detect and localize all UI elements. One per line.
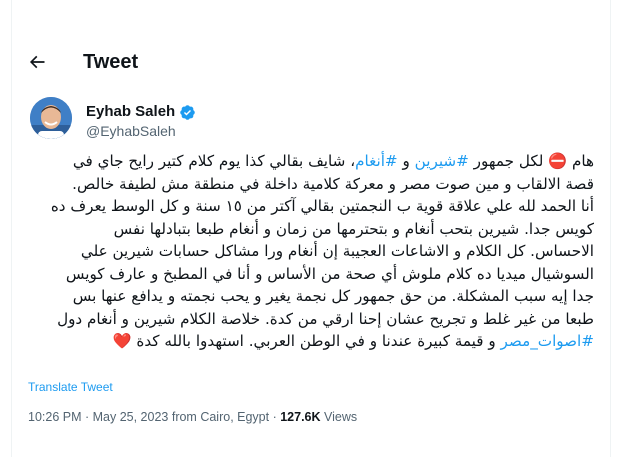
- arrow-left-icon: [29, 55, 45, 69]
- tweet-line: السوشيال ميديا ده كلام ملوش أي صحة من ال…: [65, 264, 594, 283]
- hashtag-link[interactable]: #شيرين: [415, 152, 469, 170]
- tweet-text: هام ⛔ لكل جمهور #شيرين و #أنغام، شايف بق…: [28, 150, 594, 353]
- heart-emoji-icon: ❤️: [112, 332, 132, 350]
- tweet-meta: 10:26 PM · May 25, 2023 from Cairo, Egyp…: [28, 410, 358, 424]
- tweet-line: أنا الحمد لله علي علاقة قوية ب النجمتين …: [50, 197, 594, 215]
- verified-badge-icon[interactable]: [179, 104, 196, 121]
- avatar[interactable]: [30, 97, 72, 139]
- tweet-line: كويس جدا. شيرين بتحب أنغام و بتحترمها من…: [113, 219, 594, 238]
- avatar-image: [30, 97, 72, 139]
- tweet-line: #اصوات_مصر و قيمة كبيرة عندنا و في الوطن…: [112, 332, 594, 350]
- hashtag-link[interactable]: #أنغام: [355, 152, 398, 170]
- tweet-page: Tweet Eyhab Saleh @EyhabSaleh هام ⛔ لكل …: [0, 0, 642, 457]
- back-button[interactable]: [25, 50, 49, 74]
- column-border-right: [610, 0, 611, 457]
- page-header: Tweet: [12, 38, 610, 86]
- views-count: 127.6K: [280, 410, 321, 424]
- page-title: Tweet: [83, 51, 139, 73]
- hashtag-link[interactable]: #اصوات_مصر: [501, 332, 594, 350]
- tweet-location: from Cairo, Egypt: [168, 410, 270, 424]
- author-name[interactable]: Eyhab Saleh: [86, 103, 175, 121]
- tweet-line: الاحساس. كل الكلام و الاشاعات العجيبة إن…: [80, 242, 594, 260]
- author-handle[interactable]: @EyhabSaleh: [86, 123, 176, 140]
- translate-tweet-link[interactable]: Translate Tweet: [28, 379, 113, 395]
- tweet-timestamp-link[interactable]: 10:26 PM · May 25, 2023: [28, 410, 168, 424]
- tweet-line: قصة الالقاب و مين صوت مصر و معركة كلامية…: [72, 174, 594, 193]
- author-name-row[interactable]: Eyhab Saleh: [86, 103, 196, 121]
- views-label: Views: [320, 410, 358, 424]
- tweet-line: طبعا من غير غلط و تجريح عشان إحنا ارقي م…: [57, 309, 594, 328]
- tweet-line: هام ⛔ لكل جمهور #شيرين و #أنغام، شايف بق…: [72, 152, 594, 170]
- tweet-line: جدا إيه سبب المشكلة. من حق جمهور كل نجمة…: [72, 287, 594, 305]
